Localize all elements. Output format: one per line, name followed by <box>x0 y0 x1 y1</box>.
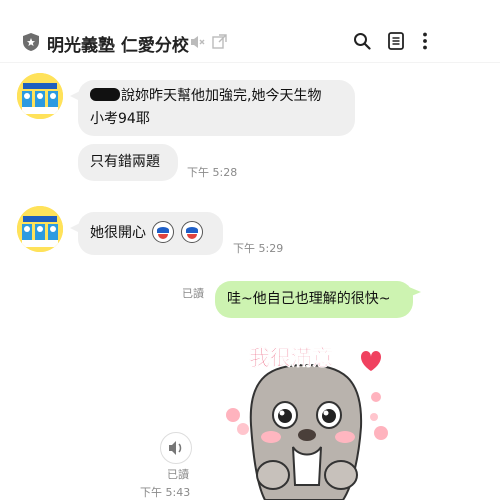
avatar[interactable] <box>17 73 63 119</box>
message-text: 只有錯兩題 <box>90 154 160 170</box>
shield-icon <box>23 33 39 51</box>
message-text: 說妳昨天幫他加強完,她今天生物 <box>121 88 322 104</box>
search-icon[interactable] <box>353 32 371 50</box>
notes-icon[interactable] <box>388 32 404 50</box>
message-text: 小考94耶 <box>90 111 150 127</box>
mute-icon[interactable] <box>190 35 206 49</box>
message-bubble[interactable]: 說妳昨天幫他加強完,她今天生物 小考94耶 <box>70 80 355 136</box>
seal-sticker-icon[interactable]: 我很滿意 <box>213 335 398 501</box>
message-text: 她很開心 <box>90 225 146 241</box>
speaker-icon <box>169 441 182 455</box>
message-text: 哇~他自己也理解的很快~ <box>227 291 391 307</box>
header-divider <box>0 62 500 63</box>
shocked-face-icon <box>180 221 203 243</box>
message-bubble[interactable]: 哇~他自己也理解的很快~ <box>215 281 421 318</box>
message-time: 下午 5:28 <box>187 166 238 179</box>
message-bubble[interactable]: 只有錯兩題 <box>78 144 178 181</box>
sticker-text: 我很滿意 <box>249 346 333 370</box>
message-time: 下午 5:43 <box>140 486 191 499</box>
message-time: 下午 5:29 <box>233 242 284 255</box>
read-receipt: 已讀 <box>167 468 189 481</box>
read-receipt: 已讀 <box>182 287 204 300</box>
chat-header: 明光義塾 仁愛分校 <box>0 0 500 62</box>
message-bubble[interactable]: 她很開心 <box>70 212 223 255</box>
external-link-icon[interactable] <box>212 34 227 49</box>
sound-button[interactable] <box>160 432 192 464</box>
more-icon[interactable] <box>422 32 428 50</box>
shocked-face-icon <box>152 221 175 243</box>
avatar[interactable] <box>17 206 63 252</box>
redacted-name <box>90 88 120 101</box>
chat-title: 明光義塾 仁愛分校 <box>47 36 189 56</box>
